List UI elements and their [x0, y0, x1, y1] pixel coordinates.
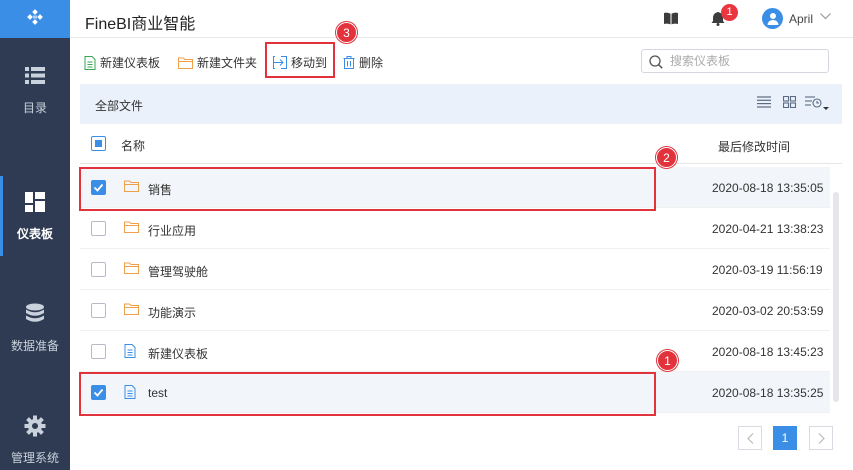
chevron-down-icon[interactable] [820, 13, 831, 20]
sort-time-icon[interactable] [805, 96, 831, 112]
prev-page-button[interactable] [738, 426, 762, 450]
file-modified-time: 2020-03-19 11:56:19 [712, 263, 823, 277]
notification-badge: 1 [721, 4, 738, 21]
new-dashboard-label: 新建仪表板 [100, 56, 161, 70]
sidebar-item-label: 管理系统 [10, 450, 59, 465]
dashboard-file-icon [124, 344, 136, 361]
annotation-marker-3: 3 [336, 22, 357, 43]
highlight-box-row-sales [79, 167, 656, 211]
annotation-marker-2: 2 [656, 147, 677, 168]
sidebar-item-label: 仪表板 [16, 226, 53, 241]
table-row[interactable]: 新建仪表板 2020-08-18 13:45:23 [80, 331, 830, 372]
new-dashboard-icon [84, 55, 96, 70]
chevron-left-icon [746, 432, 753, 444]
sidebar: 目录 仪表板 数据准备 管理系统 [0, 0, 70, 470]
sidebar-item-catalog[interactable]: 目录 [0, 50, 70, 130]
delete-button[interactable]: 删除 [343, 54, 383, 71]
scrollbar[interactable] [833, 192, 839, 402]
user-name[interactable]: April [789, 12, 813, 26]
table-row[interactable]: 管理驾驶舱 2020-03-19 11:56:19 [80, 249, 830, 290]
folder-icon [124, 303, 139, 318]
column-modified-header[interactable]: 最后修改时间 [718, 138, 790, 155]
grid-view-icon[interactable] [783, 96, 796, 108]
file-name[interactable]: 管理驾驶舱 [148, 263, 208, 280]
top-header: FineBI商业智能 1 April [70, 0, 853, 38]
annotation-marker-1: 1 [657, 350, 678, 371]
sidebar-item-label: 目录 [22, 100, 47, 115]
sidebar-item-data-prep[interactable]: 数据准备 [0, 288, 70, 368]
delete-label: 删除 [359, 56, 384, 70]
new-folder-button[interactable]: 新建文件夹 [178, 54, 257, 71]
search-icon [649, 55, 663, 69]
new-folder-label: 新建文件夹 [197, 56, 258, 70]
sidebar-item-dashboard[interactable]: 仪表板 [0, 176, 70, 256]
file-modified-time: 2020-08-18 13:45:23 [712, 345, 824, 359]
row-checkbox[interactable] [91, 344, 106, 359]
toolbar: 新建仪表板 新建文件夹 移动到 删除 [70, 38, 853, 84]
trash-icon [343, 56, 355, 69]
column-name-header[interactable]: 名称 [121, 137, 145, 154]
folder-icon [124, 221, 139, 236]
breadcrumb[interactable]: 全部文件 [95, 97, 143, 114]
file-modified-time: 2020-08-18 13:35:05 [712, 181, 824, 195]
row-checkbox[interactable] [91, 221, 106, 236]
file-name[interactable]: 功能演示 [148, 304, 196, 321]
next-page-button[interactable] [809, 426, 833, 450]
highlight-box-row-test [79, 372, 656, 416]
row-checkbox[interactable] [91, 303, 106, 318]
avatar[interactable] [762, 8, 783, 29]
chevron-right-icon [818, 432, 825, 444]
table-row[interactable]: 行业应用 2020-04-21 13:38:23 [80, 208, 830, 249]
user-icon [767, 13, 778, 25]
file-name[interactable]: 行业应用 [148, 222, 196, 239]
logo[interactable] [0, 0, 70, 38]
select-all-checkbox[interactable] [91, 136, 106, 151]
file-name[interactable]: 新建仪表板 [148, 345, 208, 362]
highlight-box-move-to [265, 42, 335, 78]
search-box[interactable] [641, 49, 829, 73]
list-icon [24, 65, 46, 87]
file-modified-time: 2020-08-18 13:35:25 [712, 386, 824, 400]
gear-icon [24, 415, 46, 437]
panel-header: 全部文件 [80, 84, 842, 124]
finebi-logo-icon [27, 9, 43, 25]
new-dashboard-button[interactable]: 新建仪表板 [84, 54, 160, 71]
book-icon[interactable] [664, 12, 678, 25]
list-header: 名称 最后修改时间 [80, 124, 842, 164]
list-view-icon[interactable] [757, 96, 771, 108]
page-number-current[interactable]: 1 [773, 426, 797, 450]
new-folder-icon [178, 57, 193, 69]
file-modified-time: 2020-03-02 20:53:59 [712, 304, 824, 318]
sidebar-item-label: 数据准备 [10, 338, 59, 353]
search-input[interactable] [670, 53, 820, 69]
sidebar-item-admin[interactable]: 管理系统 [0, 400, 70, 470]
database-icon [24, 303, 46, 325]
file-modified-time: 2020-04-21 13:38:23 [712, 222, 824, 236]
table-row[interactable]: 功能演示 2020-03-02 20:53:59 [80, 290, 830, 331]
row-checkbox[interactable] [91, 262, 106, 277]
folder-icon [124, 262, 139, 277]
dashboard-icon [24, 191, 46, 213]
app-title: FineBI商业智能 [85, 16, 196, 33]
